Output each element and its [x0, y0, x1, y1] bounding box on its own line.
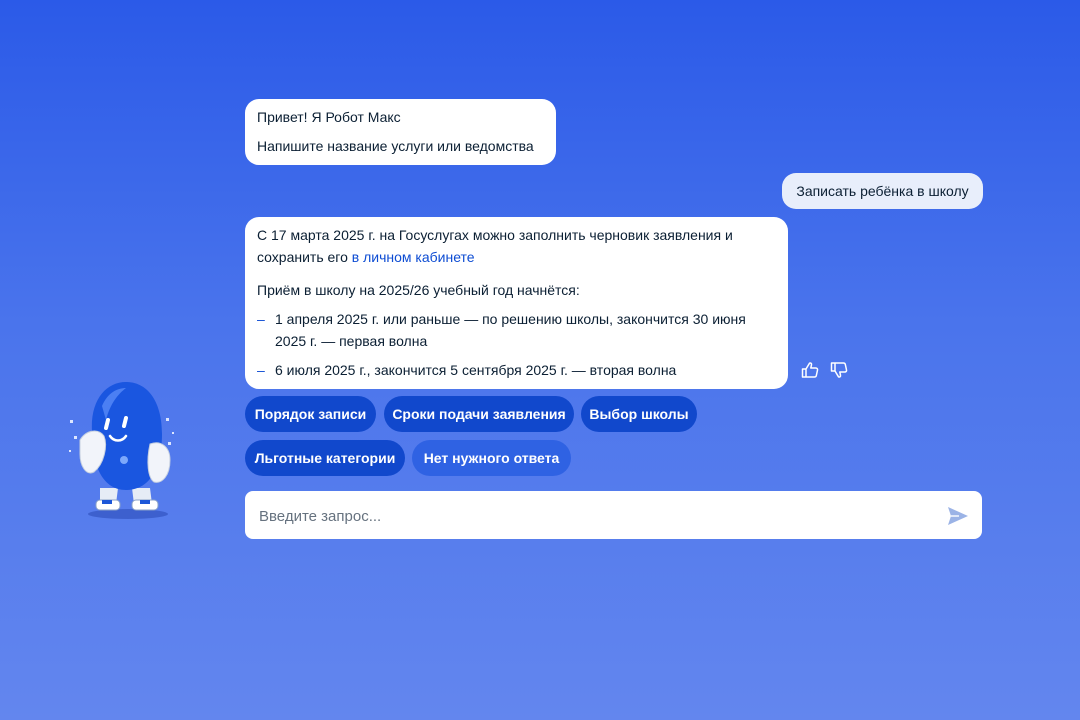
chat-input-box — [245, 491, 982, 541]
thumbs-down-icon[interactable] — [829, 360, 849, 380]
robot-max-mascot — [69, 382, 174, 519]
answer-paragraph-1: С 17 марта 2025 г. на Госуслугах можно з… — [257, 224, 777, 268]
answer-list-item: – 1 апреля 2025 г. или раньше — по решен… — [257, 308, 775, 352]
quick-reply-school-choice[interactable]: Выбор школы — [581, 396, 697, 432]
thumbs-up-icon[interactable] — [800, 360, 820, 380]
quick-reply-no-answer[interactable]: Нет нужного ответа — [412, 440, 571, 476]
answer-list-item: – 6 июля 2025 г., закончится 5 сентября … — [257, 359, 775, 381]
greeting-line-1: Привет! Я Робот Макс — [257, 109, 401, 125]
answer-paragraph-2: Приём в школу на 2025/26 учебный год нач… — [257, 282, 580, 298]
send-icon[interactable] — [946, 505, 970, 527]
answer-paragraph-1-text: С 17 марта 2025 г. на Госуслугах можно з… — [257, 227, 733, 265]
quick-reply-order[interactable]: Порядок записи — [245, 396, 376, 432]
answer-list-item-text: 6 июля 2025 г., закончится 5 сентября 20… — [275, 362, 677, 378]
bot-greeting-bubble: Привет! Я Робот Макс Напишите название у… — [245, 99, 556, 165]
list-marker: – — [257, 362, 265, 378]
user-message-text: Записать ребёнка в школу — [796, 183, 969, 199]
quick-reply-deadlines[interactable]: Сроки подачи заявления — [384, 396, 574, 432]
answer-list-item-text: 1 апреля 2025 г. или раньше — по решению… — [275, 311, 746, 349]
quick-reply-benefits[interactable]: Льготные категории — [245, 440, 405, 476]
personal-account-link[interactable]: в личном кабинете — [352, 249, 475, 265]
bot-answer-bubble: С 17 марта 2025 г. на Госуслугах можно з… — [245, 217, 788, 389]
greeting-line-2: Напишите название услуги или ведомства — [257, 138, 534, 154]
list-marker: – — [257, 311, 265, 327]
chat-input[interactable] — [257, 491, 941, 541]
user-message-bubble: Записать ребёнка в школу — [782, 173, 983, 209]
